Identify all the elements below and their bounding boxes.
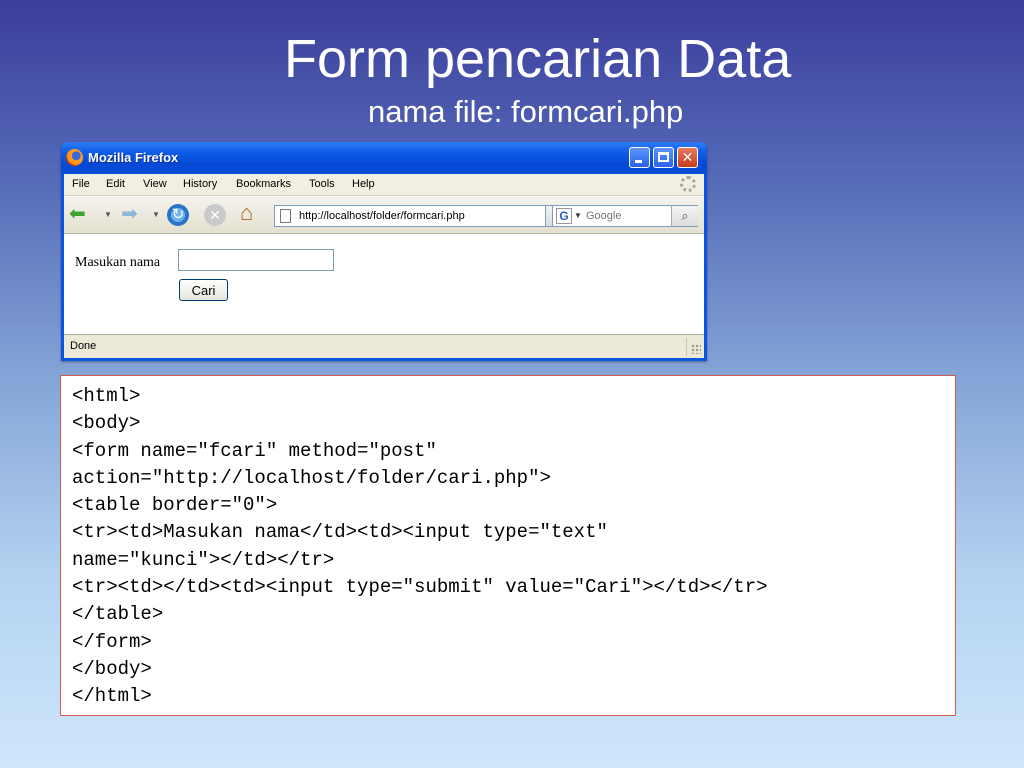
- close-button[interactable]: ✕: [677, 147, 698, 168]
- stop-icon[interactable]: ✕: [204, 204, 226, 226]
- menu-file[interactable]: File: [72, 178, 90, 190]
- page-icon: [280, 209, 291, 223]
- page-content: Masukan nama Cari: [64, 234, 704, 335]
- throbber-icon: [680, 176, 696, 192]
- menu-history[interactable]: History: [183, 178, 217, 190]
- window-titlebar[interactable]: Mozilla Firefox ✕: [61, 142, 707, 174]
- google-engine-icon[interactable]: G: [556, 208, 572, 224]
- code-line: <html>: [72, 385, 141, 407]
- slide-title: Form pencarian Data: [284, 29, 792, 89]
- reload-icon[interactable]: ↻: [167, 204, 189, 226]
- menu-bar: File Edit View History Bookmarks Tools H…: [64, 174, 704, 196]
- code-line: </body>: [72, 657, 152, 680]
- firefox-logo-icon: [66, 149, 83, 166]
- status-bar: Done: [64, 335, 704, 358]
- menu-help[interactable]: Help: [352, 178, 375, 190]
- cari-button[interactable]: Cari: [179, 279, 228, 301]
- code-line: <tr><td></td><td><input type="submit" va…: [72, 576, 768, 599]
- slide-subtitle: nama file: formcari.php: [368, 94, 684, 129]
- code-line: name="kunci"></td></tr>: [72, 548, 335, 571]
- home-icon[interactable]: ⌂: [240, 202, 253, 224]
- firefox-window: Mozilla Firefox ✕ File Edit View History…: [61, 142, 707, 361]
- window-title: Mozilla Firefox: [88, 150, 179, 165]
- code-line: </html>: [72, 685, 152, 708]
- back-arrow-icon[interactable]: ⬅: [69, 203, 86, 225]
- kunci-input[interactable]: [178, 249, 334, 271]
- menu-bookmarks[interactable]: Bookmarks: [236, 178, 291, 190]
- address-bar-url[interactable]: http://localhost/folder/formcari.php: [299, 210, 465, 222]
- code-line: <body>: [72, 412, 141, 435]
- code-box: <html> <body> <form name="fcari" method=…: [60, 375, 956, 716]
- status-text: Done: [70, 340, 97, 352]
- forward-history-dropdown-icon[interactable]: ▼: [152, 210, 160, 219]
- code-line: <form name="fcari" method="post": [72, 439, 437, 462]
- back-history-dropdown-icon[interactable]: ▼: [104, 210, 112, 219]
- menu-view[interactable]: View: [143, 178, 167, 190]
- code-line: </table>: [72, 603, 164, 626]
- close-icon: ✕: [681, 149, 694, 165]
- minimize-icon: [635, 160, 642, 163]
- search-engine-dropdown-icon[interactable]: ▼: [574, 211, 582, 220]
- maximize-button[interactable]: [653, 147, 674, 168]
- resize-grip-icon[interactable]: [686, 338, 703, 356]
- address-bar[interactable]: http://localhost/folder/formcari.php: [274, 205, 546, 227]
- code-line: <tr><td>Masukan nama</td><td><input type…: [72, 521, 608, 544]
- menu-edit[interactable]: Edit: [106, 178, 125, 190]
- browser-client: File Edit View History Bookmarks Tools H…: [64, 174, 704, 358]
- code-line: action="http://localhost/folder/cari.php…: [72, 466, 551, 489]
- code-line: <table border="0">: [72, 494, 278, 517]
- search-input[interactable]: [586, 210, 670, 222]
- maximize-icon: [658, 152, 669, 162]
- minimize-button[interactable]: [629, 147, 650, 168]
- code-listing: <html> <body> <form name="fcari" method=…: [72, 383, 768, 711]
- forward-arrow-icon[interactable]: ➡: [121, 203, 138, 225]
- navigation-toolbar: ⬅ ▼ ➡ ▼ ↻ ✕ ⌂ http://localhost/folder/fo…: [64, 196, 704, 234]
- nama-label: Masukan nama: [75, 255, 161, 270]
- search-icon[interactable]: ⌕: [671, 206, 698, 226]
- code-line: </form>: [72, 630, 152, 653]
- menu-tools[interactable]: Tools: [309, 178, 335, 190]
- search-box: G ▼ ⌕: [552, 205, 698, 227]
